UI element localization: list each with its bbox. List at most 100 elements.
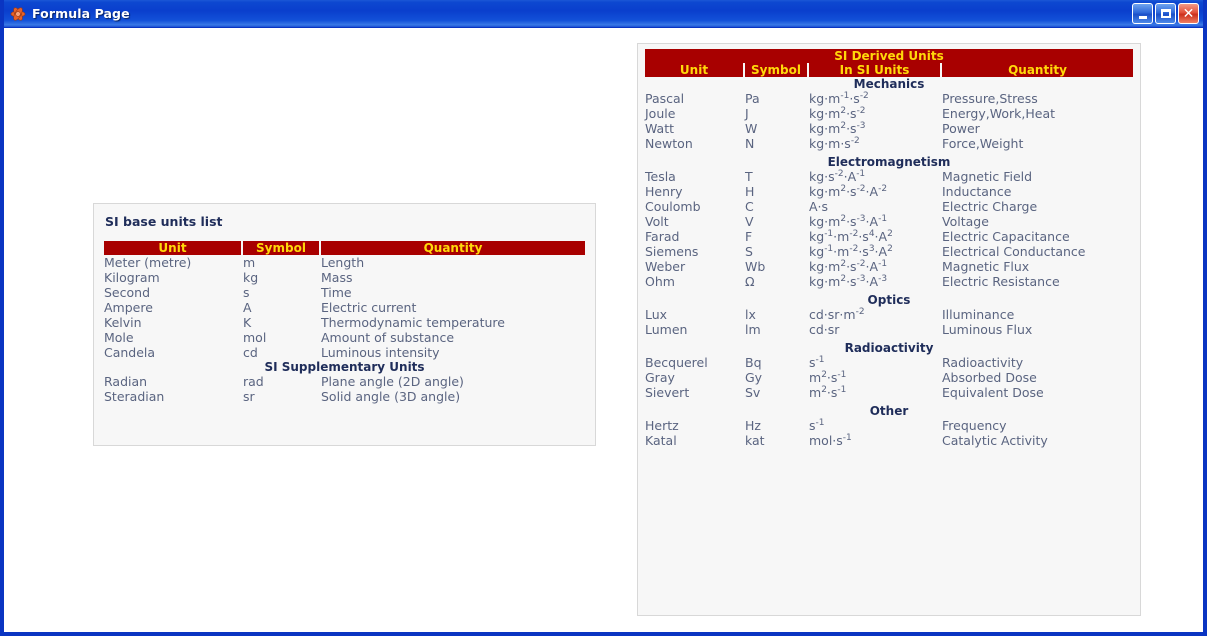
section-header-row: Electromagnetism [645,155,1133,169]
column-header-symbol: Symbol [243,241,319,255]
column-header-unit: Unit [645,63,743,77]
unit-cell: Siemens [645,244,699,259]
symbol-cell: Pa [745,91,760,106]
quantity-cell: Luminous intensity [321,345,440,360]
unit-cell: Steradian [104,389,165,404]
symbol-cell: N [745,136,755,151]
section-header-row: Mechanics [645,77,1133,91]
unit-cell: Joule [645,106,676,121]
unit-cell: Ohm [645,274,675,289]
section-header-radioactivity: Radioactivity [844,341,934,355]
si-derived-units-panel: SI Derived Units Unit Symbol In SI Units… [637,43,1141,616]
symbol-cell: T [745,169,753,184]
quantity-cell: Equivalent Dose [942,385,1044,400]
unit-cell: Becquerel [645,355,708,370]
quantity-cell: Mass [321,270,353,285]
unit-cell: Tesla [645,169,676,184]
symbol-cell: V [745,214,754,229]
symbol-cell: Sv [745,385,761,400]
symbol-cell: Wb [745,259,766,274]
unit-cell: Hertz [645,418,679,433]
quantity-cell: Frequency [942,418,1007,433]
close-button[interactable]: ✕ [1178,3,1199,24]
si-base-units-panel: SI base units list Unit Symbol Quantity … [93,203,596,446]
quantity-cell: Length [321,255,365,270]
table-row: Radian rad Plane angle (2D angle) [104,374,585,389]
in-si-units-cell: cd·sr [809,322,840,337]
quantity-cell: Plane angle (2D angle) [321,374,464,389]
table-row: Kelvin K Thermodynamic temperature [104,315,585,330]
symbol-cell: s [243,285,250,300]
in-si-units-cell: kg·m2·s-2·A-1 [809,258,888,274]
column-header-in-si-units: In SI Units [809,63,940,77]
quantity-cell: Power [942,121,980,136]
in-si-units-cell: kg-1·m-2·s4·A2 [809,228,893,244]
symbol-cell: J [745,106,749,121]
maximize-button[interactable] [1155,3,1176,24]
symbol-cell: Ω [745,274,755,289]
table-row: Farad Fkg-1·m-2·s4·A2 Electric Capacitance [645,229,1133,244]
table-row: Gray Gy m2·s-1 Absorbed Dose [645,370,1133,385]
table-row: Second s Time [104,285,585,300]
table-row: Lux lx cd·sr·m-2 Illuminance [645,307,1133,322]
symbol-cell: F [745,229,753,244]
section-header-row: Optics [645,293,1133,307]
derived-units-title: SI Derived Units [645,49,1133,63]
table-row: Sievert Sv m2·s-1 Equivalent Dose [645,385,1133,400]
table-row: Steradian sr Solid angle (3D angle) [104,389,585,404]
minimize-button[interactable] [1132,3,1153,24]
unit-cell: Kilogram [104,270,160,285]
in-si-units-cell: s-1 [809,354,825,370]
quantity-cell: Force,Weight [942,136,1024,151]
quantity-cell: Solid angle (3D angle) [321,389,461,404]
unit-cell: Ampere [104,300,153,315]
section-header-other: Other [869,404,909,418]
symbol-cell: m [243,255,256,270]
application-window: Formula Page ✕ SI base units list Unit S… [0,0,1207,636]
symbol-cell: rad [243,374,264,389]
section-header-optics: Optics [867,293,911,307]
window-controls: ✕ [1132,3,1199,24]
unit-cell: Lumen [645,322,688,337]
atom-icon [10,6,26,22]
unit-cell: Henry [645,184,683,199]
in-si-units-cell: kg·m2·s-2 [809,105,866,121]
quantity-cell: Electric current [321,300,417,315]
title-bar[interactable]: Formula Page ✕ [4,0,1203,28]
in-si-units-cell: kg·m2·s-3·A-3 [809,273,888,289]
table-row: Siemens Skg-1·m-2·s3·A2 Electrical Conduct… [645,244,1133,259]
symbol-cell: A [243,300,252,315]
symbol-cell: C [745,199,754,214]
in-si-units-cell: m2·s-1 [809,384,847,400]
table-row: Katal kat mol·s-1 Catalytic Activity [645,433,1133,448]
table-row: Ohm Ωkg·m2·s-3·A-3 Electric Resistance [645,274,1133,289]
unit-cell: Meter (metre) [104,255,192,270]
quantity-cell: Magnetic Field [942,169,1033,184]
quantity-cell: Luminous Flux [942,322,1033,337]
section-header-mechanics: Mechanics [853,77,925,91]
unit-cell: Newton [645,136,693,151]
in-si-units-cell: kg·m2·s-3·A-1 [809,213,888,229]
maximize-icon [1160,9,1171,18]
quantity-cell: Electric Capacitance [942,229,1070,244]
table-body-base-units: Meter (metre) m Length Kilogram kg Mass Second… [104,255,585,404]
in-si-units-cell: kg·m-1·s-2 [809,90,869,106]
unit-cell: Candela [104,345,156,360]
si-derived-units-table: SI Derived Units Unit Symbol In SI Units… [643,49,1135,448]
column-header-symbol: Symbol [745,63,807,77]
symbol-cell: Hz [745,418,761,433]
symbol-cell: kat [745,433,765,448]
in-si-units-cell: m2·s-1 [809,369,847,385]
unit-cell: Katal [645,433,677,448]
in-si-units-cell: kg·m2·s-2·A-2 [809,183,888,199]
unit-cell: Kelvin [104,315,142,330]
in-si-units-cell: kg·s-2·A-1 [809,168,866,184]
symbol-cell: Gy [745,370,763,385]
table-body-derived-units: Mechanics Pascal Pa kg·m-1·s-2 Pressure,Stre… [645,77,1133,448]
in-si-units-cell: kg·m2·s-3 [809,120,866,136]
quantity-cell: Absorbed Dose [942,370,1037,385]
quantity-cell: Amount of substance [321,330,455,345]
symbol-cell: kg [243,270,259,285]
symbol-cell: lx [745,307,756,322]
quantity-cell: Catalytic Activity [942,433,1048,448]
